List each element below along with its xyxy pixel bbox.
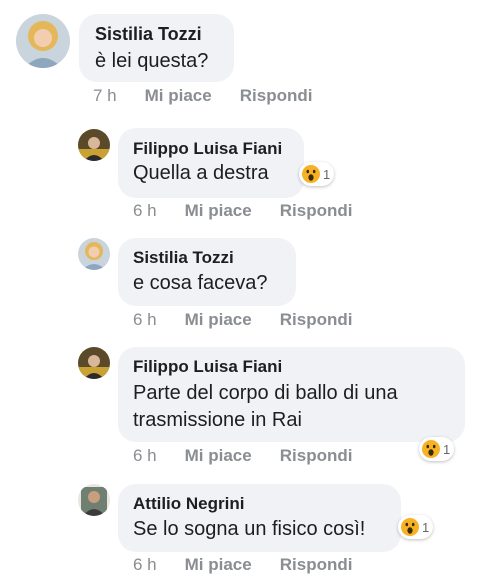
avatar[interactable] — [16, 14, 70, 68]
comment-actions: 6 h Mi piace Rispondi — [133, 201, 352, 221]
like-button[interactable]: Mi piace — [185, 201, 252, 220]
comment-text: e cosa faceva? — [133, 272, 268, 294]
comment-time[interactable]: 6 h — [133, 201, 157, 220]
like-button[interactable]: Mi piace — [185, 555, 252, 574]
avatar[interactable] — [78, 129, 110, 161]
wow-reaction-icon — [422, 440, 440, 458]
like-button[interactable]: Mi piace — [185, 310, 252, 329]
comment-actions: 7 h Mi piace Rispondi — [93, 86, 312, 106]
reply-button[interactable]: Rispondi — [280, 446, 353, 465]
comment-author[interactable]: Sistilia Tozzi — [133, 248, 234, 268]
reaction-count: 1 — [422, 519, 430, 535]
comment-time[interactable]: 6 h — [133, 310, 157, 329]
comment-actions: 6 h Mi piace Rispondi — [133, 555, 352, 575]
like-button[interactable]: Mi piace — [185, 446, 252, 465]
reaction-count: 1 — [323, 166, 331, 182]
avatar[interactable] — [78, 238, 110, 270]
reply-button[interactable]: Rispondi — [280, 310, 353, 329]
comment-author[interactable]: Sistilia Tozzi — [95, 24, 202, 45]
avatar[interactable] — [78, 347, 110, 379]
comment-time[interactable]: 6 h — [133, 446, 157, 465]
reaction-count: 1 — [443, 441, 451, 457]
like-button[interactable]: Mi piace — [145, 86, 212, 105]
comment-time[interactable]: 7 h — [93, 86, 117, 105]
reply-button[interactable]: Rispondi — [280, 201, 353, 220]
comment-author[interactable]: Attilio Negrini — [133, 494, 244, 514]
comment-actions: 6 h Mi piace Rispondi — [133, 446, 352, 466]
comment-author[interactable]: Filippo Luisa Fiani — [133, 139, 282, 159]
comment-time[interactable]: 6 h — [133, 555, 157, 574]
wow-reaction-icon — [302, 165, 320, 183]
reaction-badge[interactable]: 1 — [398, 515, 434, 539]
avatar[interactable] — [78, 484, 110, 516]
wow-reaction-icon — [401, 518, 419, 536]
comment-text: è lei questa? — [95, 50, 209, 72]
comment-author[interactable]: Filippo Luisa Fiani — [133, 357, 282, 377]
comment-text: Quella a destra — [133, 162, 269, 184]
reaction-badge[interactable]: 1 — [299, 162, 335, 186]
comment-text: Se lo sogna un fisico così! — [133, 518, 366, 540]
comment-actions: 6 h Mi piace Rispondi — [133, 310, 352, 330]
reply-button[interactable]: Rispondi — [240, 86, 313, 105]
reply-button[interactable]: Rispondi — [280, 555, 353, 574]
comment-text: Parte del corpo di ballo di una trasmiss… — [133, 382, 398, 431]
reaction-badge[interactable]: 1 — [419, 437, 455, 461]
